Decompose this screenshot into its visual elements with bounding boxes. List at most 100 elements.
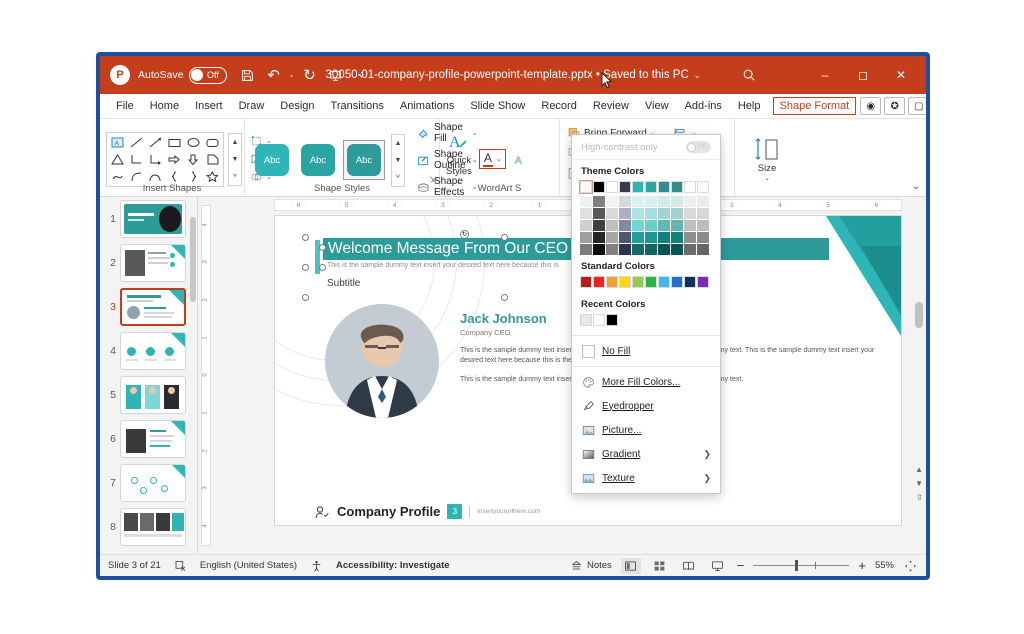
selection-handle-tm[interactable] — [501, 234, 508, 241]
thumbnail-scrollbar-thumb[interactable] — [190, 217, 196, 302]
zoom-slider-thumb[interactable] — [795, 560, 799, 571]
theme-variant-swatch-0-9[interactable] — [697, 196, 709, 207]
standard-color-swatch-1[interactable] — [593, 276, 605, 288]
theme-color-swatch-5[interactable] — [645, 181, 657, 193]
standard-color-swatch-3[interactable] — [619, 276, 631, 288]
theme-variant-swatch-2-3[interactable] — [619, 220, 631, 231]
rotation-handle[interactable]: ↻ — [460, 230, 469, 239]
standard-color-swatch-5[interactable] — [645, 276, 657, 288]
standard-color-swatch-8[interactable] — [684, 276, 696, 288]
theme-colors-variants[interactable] — [572, 196, 720, 255]
recent-color-swatch-2[interactable] — [606, 314, 618, 326]
search-icon[interactable] — [736, 63, 762, 87]
shape-oval-icon[interactable] — [184, 134, 203, 151]
ribbon-collapse-icon[interactable]: ⌄ — [912, 181, 920, 192]
thumbnail-row-6[interactable]: 6 — [100, 417, 197, 461]
theme-variant-swatch-4-5[interactable] — [645, 244, 657, 255]
thumbnail-slide-5[interactable] — [120, 376, 186, 414]
selection-handle-tl[interactable] — [302, 234, 309, 241]
minimize-button[interactable]: – — [806, 60, 844, 90]
tab-help[interactable]: Help — [730, 97, 769, 115]
tab-shape-format[interactable]: Shape Format — [772, 97, 857, 115]
texture-submenu-arrow-icon[interactable]: ❯ — [703, 473, 711, 484]
theme-variant-swatch-1-7[interactable] — [671, 208, 683, 219]
standard-color-swatch-4[interactable] — [632, 276, 644, 288]
shape-left-brace-icon[interactable] — [165, 168, 184, 185]
menu-item-eyedropper[interactable]: Eyedropper — [572, 394, 720, 418]
close-button[interactable]: ✕ — [882, 60, 920, 90]
shape-style-1[interactable]: Abc — [251, 140, 293, 180]
theme-variant-swatch-0-1[interactable] — [593, 196, 605, 207]
shape-curve-icon[interactable] — [127, 168, 146, 185]
tab-add-ins[interactable]: Add-ins — [677, 97, 730, 115]
shapes-gallery-scroll[interactable]: ▲ ▼ ⩒ — [228, 132, 242, 186]
shape-rounded-rectangle-icon[interactable] — [203, 134, 222, 151]
theme-variant-swatch-0-7[interactable] — [671, 196, 683, 207]
theme-variant-swatch-2-6[interactable] — [658, 220, 670, 231]
theme-variant-swatch-4-8[interactable] — [684, 244, 696, 255]
tab-file[interactable]: File — [108, 97, 142, 115]
theme-variant-swatch-3-6[interactable] — [658, 232, 670, 243]
thumbnail-slide-1[interactable] — [120, 200, 186, 238]
theme-variant-swatch-0-2[interactable] — [606, 196, 618, 207]
shape-right-arrow-icon[interactable] — [165, 151, 184, 168]
selection-handle-bl[interactable] — [302, 294, 309, 301]
shape-styles-scroll[interactable]: ▲ ▼ ⩒ — [391, 133, 405, 187]
theme-variant-swatch-2-8[interactable] — [684, 220, 696, 231]
theme-variant-swatch-0-0[interactable] — [580, 196, 592, 207]
undo-dropdown-icon[interactable]: ⌄ — [287, 63, 297, 87]
menu-item-no-fill[interactable]: No Fill — [572, 339, 720, 363]
theme-variant-swatch-3-0[interactable] — [580, 232, 592, 243]
shape-elbow-connector-icon[interactable] — [127, 151, 146, 168]
thumbnail-slide-8[interactable] — [120, 508, 186, 546]
selection-handle-inner-l[interactable] — [319, 244, 326, 251]
theme-variant-swatch-0-5[interactable] — [645, 196, 657, 207]
shape-styles-scroll-down-icon[interactable]: ▼ — [392, 152, 404, 169]
shapes-scroll-down-icon[interactable]: ▼ — [229, 151, 241, 168]
shape-style-2[interactable]: Abc — [297, 140, 339, 180]
theme-variant-swatch-1-9[interactable] — [697, 208, 709, 219]
theme-variant-swatch-4-2[interactable] — [606, 244, 618, 255]
theme-variant-swatch-0-4[interactable] — [632, 196, 644, 207]
thumbnail-row-8[interactable]: 8 — [100, 505, 197, 549]
theme-variant-swatch-1-2[interactable] — [606, 208, 618, 219]
save-icon[interactable] — [235, 63, 261, 87]
shape-textbox-icon[interactable]: A — [108, 134, 127, 151]
theme-variant-swatch-1-1[interactable] — [593, 208, 605, 219]
theme-variant-swatch-4-7[interactable] — [671, 244, 683, 255]
theme-variant-swatch-2-4[interactable] — [632, 220, 644, 231]
shape-down-arrow-icon[interactable] — [184, 151, 203, 168]
shape-elbow-arrow-icon[interactable] — [146, 151, 165, 168]
theme-variant-swatch-3-2[interactable] — [606, 232, 618, 243]
theme-variant-swatch-1-6[interactable] — [658, 208, 670, 219]
accessibility-label[interactable]: Accessibility: Investigate — [336, 560, 450, 571]
undo-icon[interactable]: ↶ — [261, 63, 287, 87]
slide-sorter-button[interactable] — [650, 558, 670, 574]
zoom-in-button[interactable]: + — [858, 558, 866, 573]
theme-variant-swatch-1-0[interactable] — [580, 208, 592, 219]
slide-thumbnail-panel[interactable]: 1 2 3 4 5 6 7 8 — [100, 197, 198, 554]
slide-scrollbar[interactable]: ▲ ▼ ⇳ — [912, 197, 926, 554]
tab-view[interactable]: View — [637, 97, 677, 115]
theme-color-swatch-0[interactable] — [579, 180, 593, 194]
fit-slide-icon[interactable] — [903, 559, 918, 573]
theme-variant-swatch-3-8[interactable] — [684, 232, 696, 243]
theme-color-swatch-4[interactable] — [632, 181, 644, 193]
theme-variant-swatch-4-3[interactable] — [619, 244, 631, 255]
ceo-photo[interactable] — [325, 304, 439, 418]
standard-color-swatch-9[interactable] — [697, 276, 709, 288]
theme-variant-swatch-3-5[interactable] — [645, 232, 657, 243]
thumbnail-row-1[interactable]: 1 — [100, 197, 197, 241]
theme-variant-swatch-4-1[interactable] — [593, 244, 605, 255]
selection-handle-inner-l2[interactable] — [319, 264, 326, 271]
shape-arc-icon[interactable] — [146, 168, 165, 185]
shape-right-brace-icon[interactable] — [184, 168, 203, 185]
theme-variant-swatch-0-3[interactable] — [619, 196, 631, 207]
tab-review[interactable]: Review — [585, 97, 637, 115]
standard-color-swatch-7[interactable] — [671, 276, 683, 288]
theme-variant-swatch-0-6[interactable] — [658, 196, 670, 207]
theme-color-swatch-2[interactable] — [606, 181, 618, 193]
thumbnail-slide-7[interactable] — [120, 464, 186, 502]
high-contrast-row[interactable]: High-contrast only Off — [572, 135, 720, 160]
slide-count-label[interactable]: Slide 3 of 21 — [108, 560, 161, 571]
